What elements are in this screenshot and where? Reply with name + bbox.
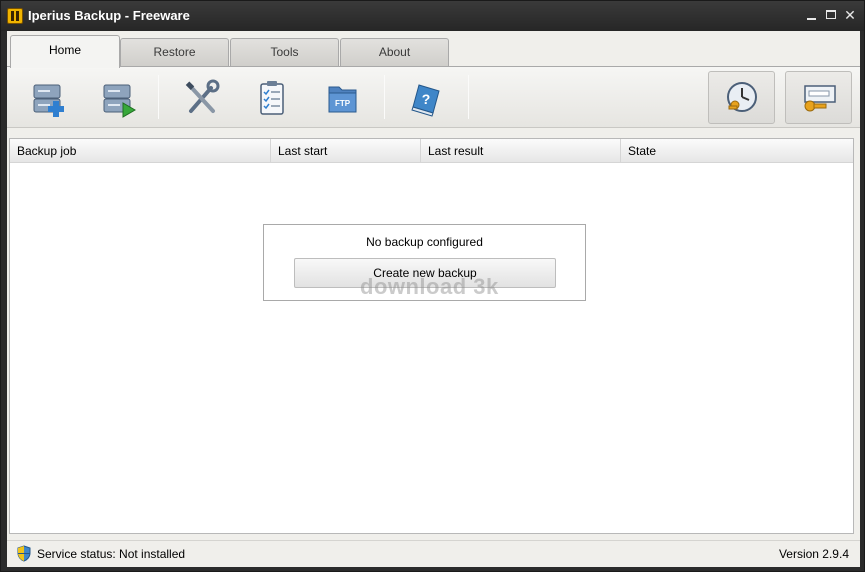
- minimize-button[interactable]: [804, 7, 820, 23]
- ftp-icon-label: FTP: [335, 99, 351, 108]
- toolbar: FTP ?: [7, 66, 860, 128]
- license-key-icon: [804, 85, 836, 112]
- column-state[interactable]: State: [620, 139, 853, 163]
- license-button[interactable]: [785, 71, 852, 124]
- shield-icon: [17, 545, 31, 562]
- maximize-button[interactable]: [823, 7, 839, 23]
- svg-text:?: ?: [422, 91, 431, 107]
- new-backup-button[interactable]: [23, 73, 73, 123]
- status-bar: Service status: Not installed Version 2.…: [7, 540, 860, 567]
- column-last-result[interactable]: Last result: [420, 139, 620, 163]
- tab-strip: Home Restore Tools About: [7, 31, 860, 68]
- tools-button[interactable]: [177, 73, 227, 123]
- toolbar-separator: [158, 75, 159, 119]
- run-backup-icon: [103, 84, 136, 118]
- window-title: Iperius Backup - Freeware: [28, 8, 190, 23]
- client-area: Home Restore Tools About FTP ? Backup jo…: [7, 31, 860, 567]
- service-status: Service status: Not installed: [37, 547, 186, 561]
- version-label: Version 2.9.4: [778, 547, 849, 561]
- tab-about[interactable]: About: [340, 38, 449, 66]
- watermark: download 3k: [360, 274, 499, 299]
- new-backup-icon: [33, 84, 64, 117]
- help-book-icon: ?: [411, 84, 440, 117]
- scheduler-clock-icon: [727, 82, 757, 112]
- app-logo-icon: [7, 8, 23, 24]
- run-backup-button[interactable]: [93, 73, 143, 123]
- scheduler-button[interactable]: [708, 71, 775, 124]
- ftp-icon: FTP: [328, 86, 357, 113]
- minimize-icon: [807, 18, 816, 20]
- checklist-icon: [260, 81, 284, 115]
- column-last-start[interactable]: Last start: [270, 139, 420, 163]
- toolbar-separator: [468, 75, 469, 119]
- title-bar[interactable]: Iperius Backup - Freeware ✕: [1, 1, 864, 31]
- empty-state-message: No backup configured: [366, 235, 483, 249]
- tab-home[interactable]: Home: [10, 35, 120, 68]
- close-button[interactable]: ✕: [842, 7, 858, 23]
- checklist-button[interactable]: [247, 73, 297, 123]
- toolbar-separator: [384, 75, 385, 119]
- close-icon: ✕: [844, 7, 856, 23]
- ftp-button[interactable]: FTP: [317, 73, 367, 123]
- column-backup-job[interactable]: Backup job: [10, 139, 270, 163]
- backup-job-list[interactable]: Backup job Last start Last result State …: [9, 138, 854, 534]
- maximize-icon: [826, 10, 836, 19]
- list-header: Backup job Last start Last result State: [10, 139, 853, 163]
- tools-icon: [185, 79, 220, 113]
- tab-tools[interactable]: Tools: [230, 38, 339, 66]
- tab-restore[interactable]: Restore: [120, 38, 229, 66]
- help-button[interactable]: ?: [401, 73, 451, 123]
- app-window: Iperius Backup - Freeware ✕ Home Restore…: [0, 0, 865, 572]
